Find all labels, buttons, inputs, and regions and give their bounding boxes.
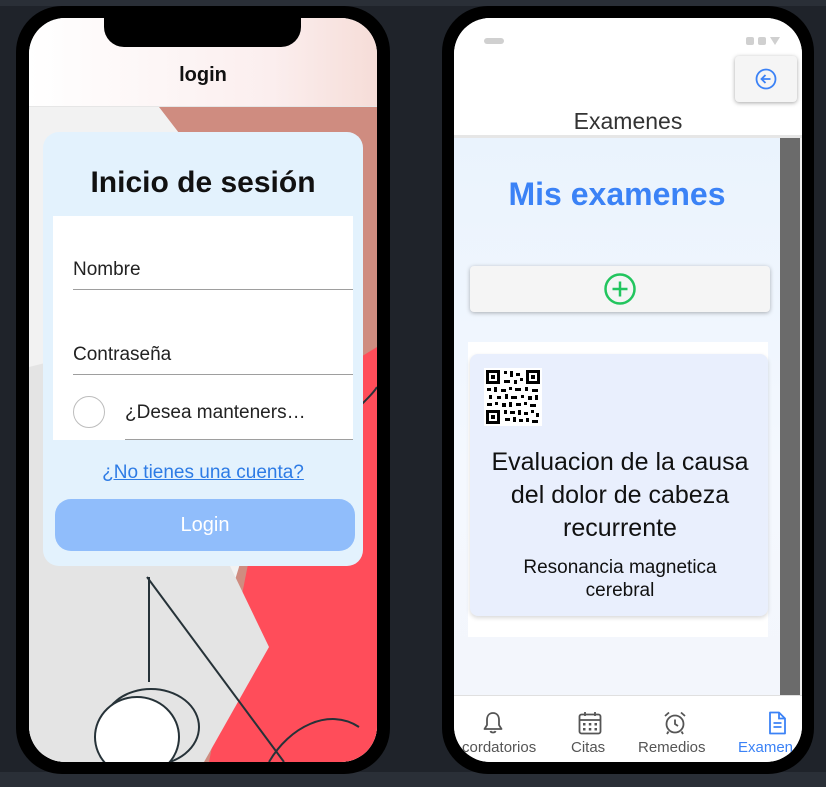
bottom-tab-bar: cordatorios Citas Remedios Examen [454, 695, 802, 762]
exams-screen: Examenes Mis examenes Evaluacion de la c… [454, 18, 802, 762]
signup-link[interactable]: ¿No tienes una cuenta? [43, 462, 363, 484]
tab-remedios[interactable]: Remedios [632, 696, 718, 762]
qr-code-image [484, 368, 542, 426]
window-bottom-strip [0, 772, 826, 787]
status-pill [484, 38, 504, 44]
tab-examenes[interactable]: Examen [718, 696, 802, 762]
tab-citas[interactable]: Citas [546, 696, 632, 762]
phone-frame-login: login Inicio de sesión Nombre Contraseña… [16, 6, 390, 774]
tab-citas-label: Citas [571, 739, 606, 756]
document-icon [769, 711, 786, 735]
scrollbar[interactable] [780, 138, 802, 696]
wifi-icon [758, 37, 766, 45]
arrow-left-circle-icon [755, 68, 777, 90]
status-bar [454, 18, 802, 58]
alarm-clock-icon [664, 711, 686, 735]
exams-header-title: Examenes [573, 108, 683, 134]
tab-remedios-label: Remedios [638, 739, 706, 756]
tab-recordatorios[interactable]: cordatorios [454, 696, 546, 762]
bell-icon [483, 712, 503, 734]
tab-examenes-label: Examen [738, 739, 794, 756]
add-exam-button[interactable] [470, 266, 770, 312]
exam-list: Evaluacion de la causa del dolor de cabe… [468, 342, 768, 637]
password-placeholder: Contraseña [73, 344, 172, 365]
remember-me-radio[interactable] [73, 396, 105, 428]
exam-title: Evaluacion de la causa del dolor de cabe… [491, 448, 749, 542]
exams-content: Mis examenes Evaluacion de la causa del … [454, 138, 780, 696]
username-placeholder: Nombre [73, 259, 141, 280]
battery-icon [770, 37, 780, 45]
password-field[interactable]: Contraseña [73, 335, 353, 375]
login-screen: login Inicio de sesión Nombre Contraseña… [29, 18, 377, 762]
exam-subtitle: Resonancia magnetica cerebral [523, 557, 717, 601]
login-header-title: login [179, 64, 227, 86]
phone-notch [104, 18, 301, 47]
exam-card[interactable]: Evaluacion de la causa del dolor de cabe… [470, 354, 768, 616]
login-card: Inicio de sesión Nombre Contraseña ¿Dese… [43, 132, 363, 566]
login-heading: Inicio de sesión [90, 166, 316, 199]
login-button[interactable]: Login [55, 499, 355, 551]
login-form: Nombre Contraseña ¿Desea manteners… [53, 216, 353, 440]
signal-icon [746, 37, 754, 45]
phone-frame-exams: Examenes Mis examenes Evaluacion de la c… [442, 6, 814, 774]
username-field[interactable]: Nombre [73, 250, 353, 290]
plus-circle-icon [604, 273, 636, 305]
tab-recordatorios-label: cordatorios [462, 739, 537, 756]
scrollbar-thumb[interactable] [780, 138, 800, 696]
page-title: Mis examenes [508, 176, 726, 212]
back-button[interactable] [735, 56, 797, 102]
calendar-icon [578, 712, 602, 735]
remember-me-label[interactable]: ¿Desea manteners… [125, 386, 353, 440]
